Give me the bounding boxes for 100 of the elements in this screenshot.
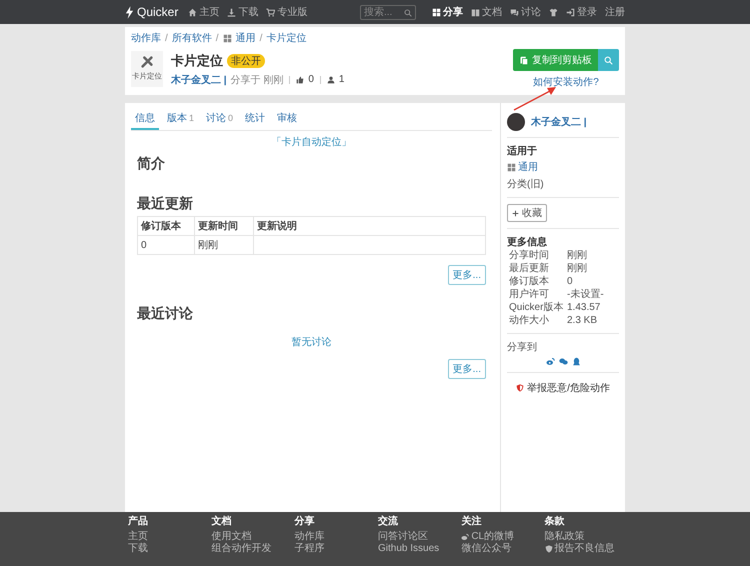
tab[interactable]: 信息	[131, 109, 159, 130]
tab[interactable]: 版本 1	[163, 109, 198, 130]
visibility-badge: 非公开	[227, 54, 265, 68]
breadcrumb-separator: /	[216, 32, 219, 44]
install-help-link[interactable]: 如何安装动作?	[533, 75, 599, 89]
copy-to-clipboard-button[interactable]: 复制到剪贴板	[513, 49, 598, 71]
nav-link[interactable]: 分享	[432, 5, 463, 19]
footer-link[interactable]: CL的微博	[461, 531, 545, 543]
section-heading: 最近更新	[137, 195, 194, 213]
search-field[interactable]: 搜索...	[360, 4, 416, 20]
column-header: 更新说明	[254, 216, 486, 236]
footer-heading: 文档	[211, 516, 232, 528]
info-label: 动作大小	[509, 314, 550, 327]
nav-link[interactable]: 登录	[566, 5, 597, 19]
footer-link[interactable]: 使用文档	[211, 531, 295, 543]
tab[interactable]: 讨论 0	[202, 109, 238, 130]
nav-link[interactable]: 文档	[471, 5, 502, 19]
annotation-arrow	[512, 86, 558, 112]
column-header: 修订版本	[138, 216, 194, 236]
book-icon	[471, 8, 480, 16]
info-label: 修订版本	[509, 275, 550, 288]
search-button[interactable]	[598, 49, 619, 71]
tab[interactable]: 审核	[273, 109, 302, 130]
penguin-icon[interactable]	[572, 357, 580, 366]
more-button[interactable]: 更多...	[448, 359, 486, 379]
login-icon	[566, 8, 575, 16]
footer-link[interactable]: Github Issues	[378, 543, 462, 555]
avatar	[507, 113, 525, 131]
report-link[interactable]: 举报恶意/危险动作	[507, 381, 619, 395]
footer-link[interactable]: 子程序	[294, 543, 378, 555]
footer-heading: 产品	[128, 516, 149, 528]
download-icon	[227, 8, 236, 16]
info-value: 0	[567, 275, 573, 288]
footer-link[interactable]: 组合动作开发	[211, 543, 295, 555]
grid-icon	[222, 34, 232, 42]
info-value: -未设置-	[567, 288, 604, 301]
more-button[interactable]: 更多...	[448, 265, 486, 285]
nav-link[interactable]: 专业版	[266, 5, 308, 19]
more-info-heading: 更多信息	[507, 236, 548, 249]
user-count: 1	[338, 74, 344, 85]
info-label: 用户许可	[509, 288, 550, 301]
footer-heading: 关注	[461, 516, 482, 528]
lightning-icon	[125, 6, 134, 18]
nav-link[interactable]: 主页	[188, 5, 220, 19]
breadcrumb-link[interactable]: 卡片定位	[266, 31, 306, 45]
section-heading: 简介	[137, 155, 166, 173]
footer-heading: 条款	[544, 516, 566, 528]
info-label: 分享时间	[509, 249, 550, 262]
cart-icon	[266, 8, 276, 16]
breadcrumb-link[interactable]: 所有软件	[172, 31, 212, 45]
table-cell: 刚刚	[194, 236, 254, 254]
like-count: 0	[308, 74, 314, 85]
info-value: 刚刚	[567, 249, 587, 262]
info-value: 1.43.57	[567, 301, 600, 314]
info-label: 最后更新	[509, 262, 550, 275]
breadcrumb-separator: /	[165, 32, 168, 44]
breadcrumb-link[interactable]: 动作库	[131, 31, 161, 45]
info-label: Quicker版本	[509, 301, 564, 314]
favorite-button[interactable]: 收藏	[507, 204, 547, 222]
share-heading: 分享到	[507, 340, 538, 354]
footer-link[interactable]: 问答讨论区	[378, 531, 462, 543]
user-icon	[326, 76, 335, 84]
shield-icon	[516, 384, 524, 392]
plus-icon	[512, 210, 519, 216]
chat-bubbles-icon[interactable]	[558, 357, 568, 366]
search-icon	[604, 56, 613, 64]
grid-icon	[507, 162, 516, 172]
footer-link[interactable]: 微信公众号	[461, 543, 545, 555]
footer-link[interactable]: 隐私政策	[544, 531, 628, 543]
applies-link[interactable]: 通用	[518, 160, 538, 174]
chat-icon	[510, 8, 519, 16]
tab[interactable]: 统计	[241, 109, 270, 130]
share-time: 分享于 刚刚	[230, 74, 284, 86]
shield-icon	[544, 545, 553, 553]
footer-link[interactable]: 报告不良信息	[544, 543, 628, 555]
info-value: 2.3 KB	[567, 314, 598, 327]
no-discussions-link[interactable]: 暂无讨论	[292, 335, 332, 349]
category-label: 分类(旧)	[507, 178, 545, 191]
footer-link[interactable]: 主页	[128, 531, 212, 543]
breadcrumb-link[interactable]: 通用	[236, 31, 256, 45]
section-heading: 最近讨论	[137, 305, 194, 323]
footer-heading: 交流	[378, 516, 399, 528]
nav-link[interactable]: 注册	[605, 5, 625, 19]
footer-link[interactable]: 下载	[128, 543, 212, 555]
table-cell: 0	[138, 236, 194, 254]
brand-link[interactable]: Quicker	[125, 5, 178, 19]
nav-link[interactable]: 讨论	[510, 5, 541, 19]
info-value: 刚刚	[567, 262, 587, 275]
column-header: 更新时间	[194, 216, 254, 236]
breadcrumb-separator: /	[260, 32, 262, 44]
author-link[interactable]: 木子金叉二 |	[171, 72, 227, 86]
action-link[interactable]: 「卡片自动定位」	[272, 135, 352, 149]
nav-link[interactable]: 下载	[227, 5, 258, 19]
shirt-icon[interactable]	[549, 8, 558, 16]
footer-heading: 分享	[294, 516, 316, 528]
applies-heading: 适用于	[507, 144, 538, 158]
home-icon	[188, 8, 198, 16]
thumbs-up-icon	[296, 76, 304, 84]
footer-link[interactable]: 动作库	[294, 531, 378, 543]
author-link[interactable]: 木子金叉二 |	[531, 115, 587, 129]
